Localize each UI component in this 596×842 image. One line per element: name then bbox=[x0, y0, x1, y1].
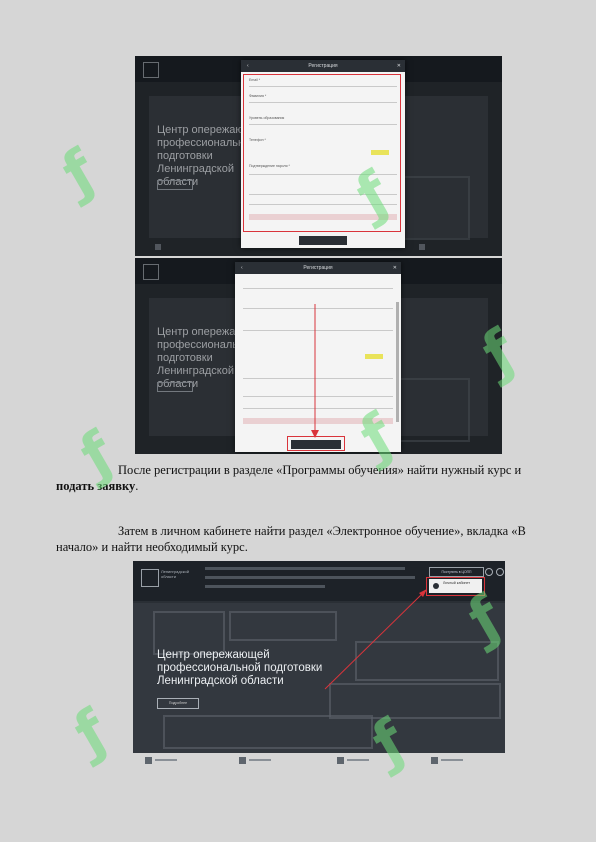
site-header: Ленинградской области Поступить в ЦОПП Л… bbox=[133, 561, 505, 601]
instruction-bold: подать заявку bbox=[56, 479, 136, 493]
hero-background-letters bbox=[229, 611, 337, 641]
pointer-arrow bbox=[324, 589, 427, 690]
feature-label bbox=[347, 759, 369, 761]
site-logo-text: Ленинградской области bbox=[161, 569, 189, 579]
hero-details-button[interactable]: Подробнее bbox=[157, 698, 199, 709]
site-logo-icon bbox=[141, 569, 159, 587]
modal-title: Регистрация bbox=[303, 265, 333, 271]
instruction-text: После регистрации в разделе «Программы о… bbox=[118, 463, 522, 477]
close-icon[interactable]: ✕ bbox=[393, 262, 397, 274]
feature-icon bbox=[239, 757, 246, 764]
form-field[interactable] bbox=[243, 288, 393, 289]
instruction-paragraph-2: Затем в личном кабинете найти раздел «Эл… bbox=[56, 523, 552, 555]
main-navigation[interactable] bbox=[205, 565, 425, 588]
modal-header: ‹ Регистрация ✕ bbox=[235, 262, 401, 274]
watermark-logo: ƒ bbox=[50, 136, 107, 208]
phone-icon[interactable] bbox=[496, 568, 504, 576]
feature-icon bbox=[337, 757, 344, 764]
search-icon[interactable] bbox=[485, 568, 493, 576]
feature-icon bbox=[431, 757, 438, 764]
feature-label bbox=[441, 759, 463, 761]
feature-icon bbox=[145, 757, 152, 764]
close-icon[interactable]: ✕ bbox=[397, 60, 401, 72]
watermark-logo: ƒ bbox=[62, 696, 119, 768]
registration-screenshot-1: Центр опережающей профессиональной подго… bbox=[135, 56, 502, 256]
instruction-punct: . bbox=[135, 479, 139, 493]
site-screenshot: Ленинградской области Поступить в ЦОПП Л… bbox=[133, 561, 505, 769]
modal-scrollbar[interactable] bbox=[396, 302, 399, 422]
feature-label bbox=[249, 759, 271, 761]
instruction-text: Затем в личном кабинете найти раздел «Эл… bbox=[56, 524, 526, 554]
hero-background-letters bbox=[163, 715, 373, 749]
document-page: Центр опережающей профессиональной подго… bbox=[0, 0, 596, 842]
scroll-arrow bbox=[311, 304, 319, 438]
registration-screenshot-2: Центр опережающей профессиональной подго… bbox=[135, 258, 502, 454]
highlight-note bbox=[365, 354, 383, 359]
feature-label bbox=[155, 759, 177, 761]
bottom-feature-row bbox=[133, 753, 505, 769]
register-highlight-frame bbox=[287, 436, 345, 451]
instruction-paragraph-1: После регистрации в разделе «Программы о… bbox=[56, 462, 552, 494]
register-button[interactable] bbox=[299, 236, 347, 245]
modal-title: Регистрация bbox=[308, 63, 338, 69]
modal-header: ‹ Регистрация ✕ bbox=[241, 60, 405, 72]
apply-button[interactable]: Поступить в ЦОПП bbox=[429, 567, 484, 577]
